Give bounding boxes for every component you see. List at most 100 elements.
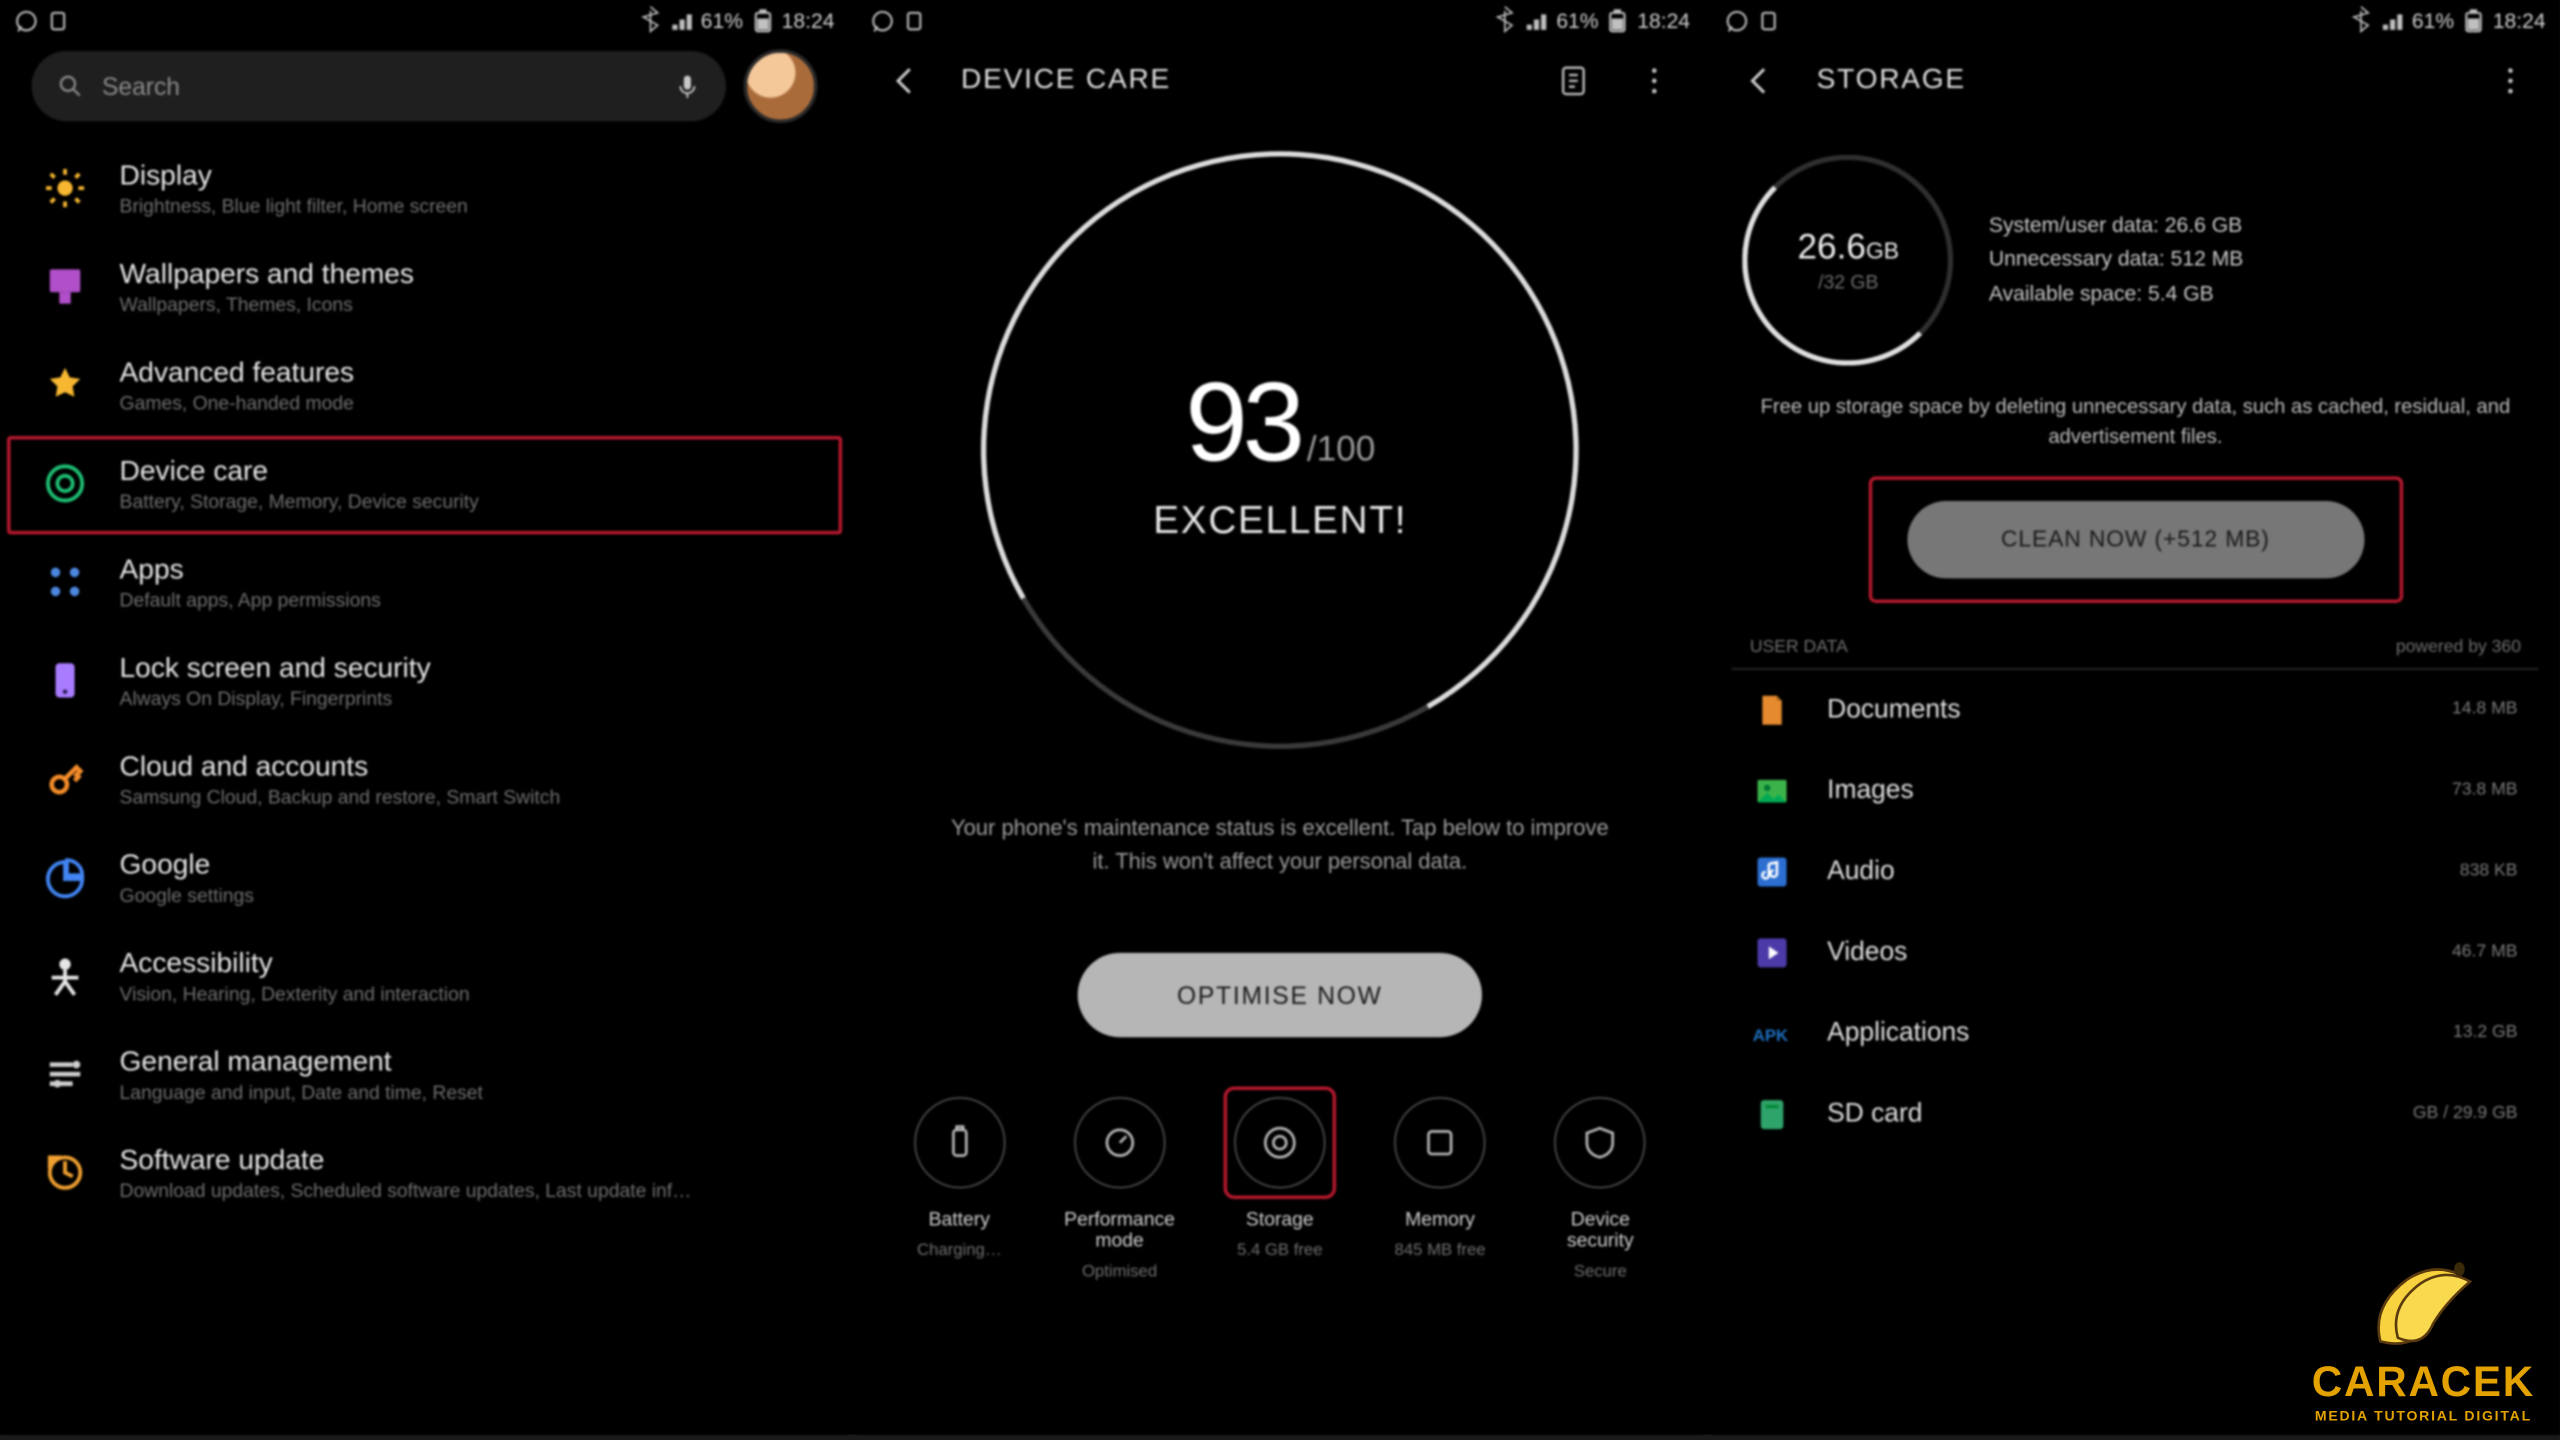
tab-device-security[interactable]: Device security Secure <box>1535 1086 1665 1281</box>
tab-battery[interactable]: BatteryCharging… <box>894 1086 1024 1281</box>
storage-cat-videos[interactable]: Videos 46.7 MB <box>1732 912 2538 993</box>
overflow-icon[interactable] <box>2486 56 2535 105</box>
row-title: Wallpapers and themes <box>120 260 414 292</box>
watermark: CARACEK MEDIA TUTORIAL DIGITAL <box>2312 1253 2535 1424</box>
row-icon <box>42 264 88 310</box>
storage-cat-documents[interactable]: Documents14.8 MB <box>1732 669 2538 750</box>
battery-pct: 61% <box>2412 9 2454 34</box>
tab-icon <box>914 1096 1005 1187</box>
row-icon <box>42 854 88 900</box>
tab-label: Storage <box>1246 1209 1314 1230</box>
screen-device-care: 61% 18:24 DEVICE CARE 93/100 EXCELLENT! … <box>856 0 1705 1435</box>
cat-size: 46.7 MB <box>2452 942 2517 961</box>
tab-sub: Optimised <box>1082 1262 1157 1281</box>
page-title: STORAGE <box>1817 65 1966 97</box>
row-subtitle: Vision, Hearing, Dexterity and interacti… <box>120 984 470 1005</box>
mic-icon[interactable] <box>673 72 701 100</box>
notification-icon <box>46 9 71 34</box>
status-bar: 61% 18:24 <box>856 0 1705 42</box>
row-icon <box>42 362 88 408</box>
tab-label: Battery <box>929 1209 990 1230</box>
tab-memory[interactable]: Memory845 MB free <box>1375 1086 1505 1281</box>
cat-label: Videos <box>1827 937 2417 967</box>
settings-row-device-care[interactable]: Device care Battery, Storage, Memory, Dev… <box>7 436 841 534</box>
tab-label: Device security <box>1535 1209 1665 1252</box>
back-button[interactable] <box>880 56 929 105</box>
settings-row-general-management[interactable]: General management Language and input, Da… <box>0 1027 849 1125</box>
cat-icon: APK <box>1753 1013 1792 1052</box>
row-subtitle: Language and input, Date and time, Reset <box>120 1083 483 1104</box>
row-subtitle: Samsung Cloud, Backup and restore, Smart… <box>120 788 561 809</box>
row-title: Display <box>120 162 468 194</box>
row-subtitle: Battery, Storage, Memory, Device securit… <box>120 492 479 513</box>
storage-cat-images[interactable]: Images73.8 MB <box>1732 750 2538 831</box>
score-ring: 93/100 EXCELLENT! <box>914 84 1646 816</box>
score-value: 93 <box>1185 359 1300 486</box>
cat-icon <box>1753 933 1792 972</box>
screen-storage: 61% 18:24 STORAGE 26.6GB /32 GB System/u… <box>1711 0 2560 1435</box>
settings-row-accessibility[interactable]: Accessibility Vision, Hearing, Dexterity … <box>0 928 849 1026</box>
clock: 18:24 <box>782 9 835 34</box>
cat-size: 13.2 GB <box>2453 1023 2518 1042</box>
settings-row-lock-screen-and-security[interactable]: Lock screen and securityAlways On Displa… <box>0 633 849 731</box>
settings-row-cloud-and-accounts[interactable]: Cloud and accounts Samsung Cloud, Backup … <box>0 731 849 829</box>
storage-cat-audio[interactable]: Audio 838 KB <box>1732 831 2538 912</box>
storage-cat-applications[interactable]: APKApplications13.2 GB <box>1732 992 2538 1073</box>
banana-icon <box>2336 1253 2512 1358</box>
tab-icon <box>1074 1096 1165 1187</box>
tab-icon <box>1234 1096 1325 1187</box>
storage-cat-sd-card[interactable]: SD card GB / 29.9 GB <box>1732 1073 2538 1154</box>
settings-row-google[interactable]: GoogleGoogle settings <box>0 830 849 928</box>
settings-row-display[interactable]: DisplayBrightness, Blue light filter, Ho… <box>0 141 849 239</box>
category-tabs: BatteryCharging… Performance mode Optimise… <box>856 1086 1705 1313</box>
tab-performance-mode[interactable]: Performance mode Optimised <box>1054 1086 1184 1281</box>
category-list: Documents14.8 MBImages73.8 MB Audio 838 KB… <box>1732 669 2538 1154</box>
whatsapp-icon <box>870 9 895 34</box>
row-title: Accessibility <box>120 949 470 981</box>
back-button[interactable] <box>1736 56 1785 105</box>
cat-label: Audio <box>1827 856 2424 886</box>
svg-text:APK: APK <box>1753 1026 1788 1045</box>
signal-icon <box>2380 9 2405 34</box>
page-title: DEVICE CARE <box>961 65 1171 97</box>
row-icon <box>42 657 88 703</box>
row-title: General management <box>120 1048 483 1080</box>
clean-now-button[interactable]: CLEAN NOW (+512 MB) <box>1907 500 2364 577</box>
score-max: /100 <box>1306 431 1374 470</box>
settings-row-apps[interactable]: AppsDefault apps, App permissions <box>0 534 849 632</box>
settings-row-advanced-features[interactable]: Advanced featuresGames, One-handed mode <box>0 338 849 436</box>
battery-pct: 61% <box>1556 9 1598 34</box>
notification-icon <box>901 9 926 34</box>
clock: 18:24 <box>2493 9 2546 34</box>
bluetooth-icon <box>2349 9 2374 34</box>
history-icon[interactable] <box>1549 56 1598 105</box>
row-icon <box>42 1051 88 1097</box>
profile-avatar[interactable] <box>743 49 817 123</box>
optimise-button[interactable]: OPTIMISE NOW <box>1078 952 1482 1036</box>
tab-label: Performance mode <box>1054 1209 1184 1252</box>
cat-size: 838 KB <box>2460 861 2518 880</box>
settings-row-software-update[interactable]: Software updateDownload updates, Schedul… <box>0 1125 849 1223</box>
row-title: Device care <box>120 457 479 489</box>
storage-total: /32 GB <box>1818 272 1878 293</box>
screen-settings: 61% 18:24 Search DisplayBrightness, Blue… <box>0 0 849 1435</box>
cat-size: GB / 29.9 GB <box>2413 1104 2518 1123</box>
tab-sub: Secure <box>1574 1262 1627 1281</box>
row-icon <box>42 756 88 802</box>
tab-storage[interactable]: Storage 5.4 GB free <box>1215 1086 1345 1281</box>
row-subtitle: Download updates, Scheduled software upd… <box>120 1181 692 1202</box>
signal-icon <box>1525 9 1550 34</box>
search-input[interactable]: Search <box>32 51 726 121</box>
storage-ring: 26.6GB /32 GB <box>1743 155 1954 366</box>
overflow-icon[interactable] <box>1630 56 1679 105</box>
settings-row-wallpapers-and-themes[interactable]: Wallpapers and themesWallpapers, Themes,… <box>0 239 849 337</box>
row-title: Cloud and accounts <box>120 752 561 784</box>
battery-icon <box>750 9 775 34</box>
whatsapp-icon <box>14 9 39 34</box>
tab-sub: 5.4 GB free <box>1237 1240 1322 1259</box>
search-icon <box>56 72 84 100</box>
tab-icon <box>1394 1096 1485 1187</box>
score-label: EXCELLENT! <box>1153 498 1407 544</box>
clock: 18:24 <box>1637 9 1690 34</box>
cat-label: SD card <box>1827 1099 2378 1129</box>
